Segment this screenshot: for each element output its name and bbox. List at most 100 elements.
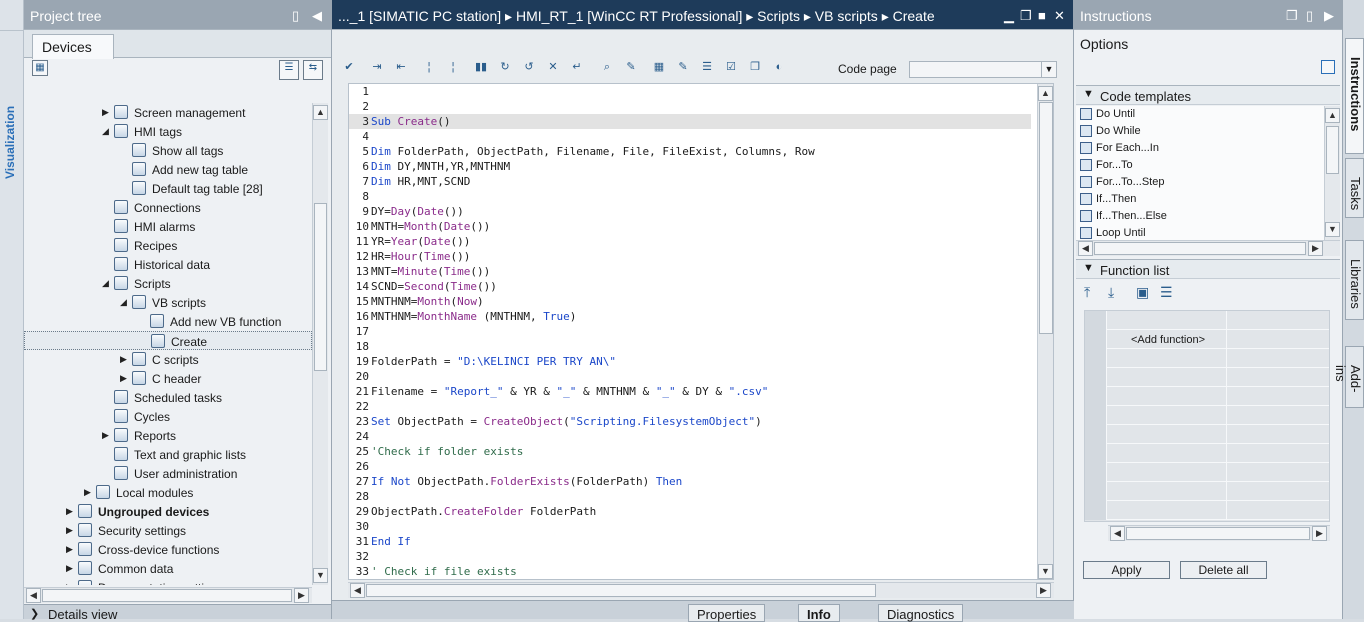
function-list-header[interactable]: ▼ Function list [1076,259,1340,279]
highlight-icon[interactable]: ✎ [622,58,640,76]
code-line[interactable]: 6 Dim DY,MNTH,YR,MNTHNM [349,159,1031,174]
list-edit-icon[interactable]: ☰ [698,58,716,76]
list-tree-icon[interactable]: ☰ [1160,284,1173,301]
tree-item[interactable]: ◢ VB scripts [24,293,312,312]
tree-item[interactable]: Connections [24,198,312,217]
function-cell[interactable] [1107,444,1227,463]
function-cell[interactable] [1107,482,1227,501]
code-line[interactable]: 28 [349,489,1031,504]
list-check-icon[interactable]: ☑ [722,58,740,76]
code-line[interactable]: 22 [349,399,1031,414]
refresh-icon[interactable]: ⇆ [303,60,323,80]
function-row[interactable] [1085,311,1329,330]
code-line[interactable]: 31 End If [349,534,1031,549]
code-line[interactable]: 11 YR=Year(Date()) [349,234,1031,249]
comment-icon[interactable]: ¦ [420,58,438,76]
code-line[interactable]: 27 If Not ObjectPath.FolderExists(FolderP… [349,474,1031,489]
expanded-arrow-icon[interactable]: ◢ [102,278,110,288]
code-scroll-right-icon[interactable]: ▶ [1036,583,1051,598]
visualization-tab[interactable]: Visualization [3,95,21,190]
outdent-icon[interactable]: ⇤ [392,58,410,76]
next-bookmark-icon[interactable]: ↻ [496,58,514,76]
tree-item[interactable]: ▶ Documentation settings [24,578,312,585]
tree-vertical-scrollbar[interactable]: ▲ ▼ [312,103,328,585]
details-expand-icon[interactable]: ❯ [30,607,39,620]
collapsed-arrow-icon[interactable]: ▶ [66,582,74,585]
tree-item[interactable]: ▶ C header [24,369,312,388]
breadcrumb-hmi[interactable]: HMI_RT_1 [WinCC RT Professional] [516,8,742,24]
function-row[interactable] [1085,349,1329,368]
tree-item[interactable]: Historical data [24,255,312,274]
expanded-arrow-icon[interactable]: ◢ [120,297,128,307]
function-row[interactable] [1085,444,1329,463]
uncomment-icon[interactable]: ¦ [444,58,462,76]
code-scroll-down-icon[interactable]: ▼ [1038,564,1053,579]
tab-properties[interactable]: Properties [688,604,766,622]
tree-item[interactable]: ▶ Cross-device functions [24,540,312,559]
code-line[interactable]: 7 Dim HR,MNT,SCND [349,174,1031,189]
maximize-icon[interactable]: ■ [1038,8,1046,23]
move-down-icon[interactable]: ⤓ [1108,284,1114,301]
code-line[interactable]: 30 [349,519,1031,534]
function-list-hscrollbar[interactable]: ◀ ▶ [1108,525,1330,541]
restore-icon[interactable]: ❐ [1020,8,1032,24]
tab-tasks[interactable]: Tasks [1345,158,1364,218]
function-row[interactable] [1085,463,1329,482]
add-function-cell[interactable]: <Add function> [1131,334,1205,346]
code-templates-header[interactable]: ▼ Code templates [1076,85,1340,105]
bookmark-icon[interactable]: ▮▮ [472,58,490,76]
code-page-select[interactable]: ▼ [909,61,1057,78]
code-line[interactable]: 8 [349,189,1031,204]
function-cell[interactable] [1107,349,1227,368]
collapsed-arrow-icon[interactable]: ▶ [120,373,128,383]
function-scroll-left-icon[interactable]: ◀ [1110,526,1125,541]
function-cell[interactable] [1107,368,1227,387]
expanded-arrow-icon[interactable]: ◢ [102,126,110,136]
template-item[interactable]: Do While [1078,123,1328,140]
tree-item[interactable]: ▶ C scripts [24,350,312,369]
function-row[interactable] [1085,387,1329,406]
code-line[interactable]: 32 [349,549,1031,564]
code-line[interactable]: 23 Set ObjectPath = CreateObject("Scripti… [349,414,1031,429]
function-cell[interactable] [1107,406,1227,425]
collapse-left-icon[interactable]: ◀ [312,8,322,24]
function-cell[interactable] [1107,425,1227,444]
tree-item[interactable]: User administration [24,464,312,483]
prev-bookmark-icon[interactable]: ↺ [520,58,538,76]
delete-all-button[interactable]: Delete all [1180,561,1267,579]
indent-icon[interactable]: ⇥ [368,58,386,76]
hscroll-thumb[interactable] [42,589,292,602]
template-item[interactable]: Loop Until [1078,225,1328,240]
function-cell[interactable] [1107,463,1227,482]
code-line[interactable]: 25 'Check if folder exists [349,444,1031,459]
scroll-down-icon[interactable]: ▼ [313,568,328,583]
tab-devices[interactable]: Devices [32,34,114,59]
function-row[interactable] [1085,482,1329,501]
function-cell[interactable] [1107,387,1227,406]
collapsed-arrow-icon[interactable]: ▶ [102,107,110,117]
tree-item[interactable]: Add new tag table [24,160,312,179]
collapsed-arrow-icon[interactable]: ▶ [66,544,74,554]
breadcrumb-scripts[interactable]: Scripts [757,8,800,24]
code-vertical-scrollbar[interactable]: ▲ ▼ [1037,84,1053,579]
code-line[interactable]: 21 Filename = "Report_" & YR & "_" & MNTH… [349,384,1031,399]
copy-icon[interactable]: ❐ [746,58,764,76]
tree-item[interactable]: ▶ Ungrouped devices [24,502,312,521]
tree-item[interactable]: ▶ Common data [24,559,312,578]
code-line[interactable]: 19 FolderPath = "D:\KELINCI PER TRY AN\" [349,354,1031,369]
scroll-left-icon[interactable]: ◀ [26,588,41,603]
code-line[interactable]: 18 [349,339,1031,354]
collapsed-arrow-icon[interactable]: ▶ [84,487,92,497]
template-item[interactable]: For Each...In [1078,140,1328,157]
code-scroll-up-icon[interactable]: ▲ [1038,86,1053,101]
code-line[interactable]: 5 Dim FolderPath, ObjectPath, Filename, F… [349,144,1031,159]
tree-item[interactable]: Cycles [24,407,312,426]
minimize-panel-icon[interactable]: ▯ [1306,8,1313,24]
code-line[interactable]: 4 [349,129,1031,144]
minimize-panel-icon[interactable]: ▯ [292,8,299,24]
tab-instructions[interactable]: Instructions [1345,38,1364,154]
code-line[interactable]: 29 ObjectPath.CreateFolder FolderPath [349,504,1031,519]
tree-item[interactable]: Default tag table [28] [24,179,312,198]
code-line[interactable]: 10 MNTH=Month(Date()) [349,219,1031,234]
scroll-right-icon[interactable]: ▶ [294,588,309,603]
